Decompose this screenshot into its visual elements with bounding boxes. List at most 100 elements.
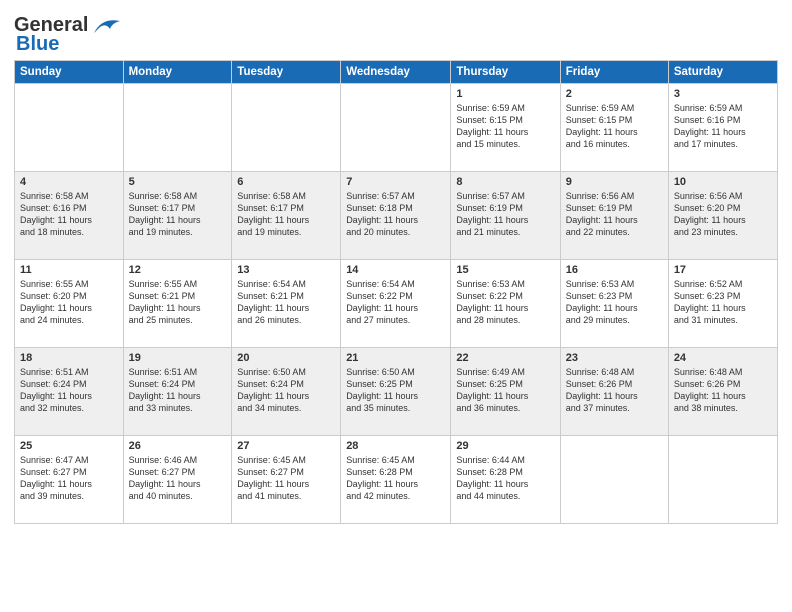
day-info: Sunrise: 6:59 AM Sunset: 6:15 PM Dayligh… bbox=[456, 102, 554, 151]
day-number: 13 bbox=[237, 264, 335, 276]
day-info: Sunrise: 6:59 AM Sunset: 6:15 PM Dayligh… bbox=[566, 102, 663, 151]
calendar-cell: 11Sunrise: 6:55 AM Sunset: 6:20 PM Dayli… bbox=[15, 260, 124, 348]
week-row-5: 25Sunrise: 6:47 AM Sunset: 6:27 PM Dayli… bbox=[15, 436, 778, 524]
calendar-cell: 18 Sunrise: 6:51 AM Sunset: 6:24 PM Dayli… bbox=[15, 348, 124, 436]
day-number: 14 bbox=[346, 264, 445, 276]
calendar-cell: 19 Sunrise: 6:51 AM Sunset: 6:24 PM Dayli… bbox=[123, 348, 232, 436]
week-row-1: 1 Sunrise: 6:59 AM Sunset: 6:15 PM Daylig… bbox=[15, 84, 778, 172]
day-number: 3 bbox=[674, 88, 772, 100]
day-info: Sunrise: 6:51 AM Sunset: 6:24 PM Dayligh… bbox=[129, 366, 227, 415]
day-number: 25 bbox=[20, 440, 118, 452]
day-number: 5 bbox=[129, 176, 227, 188]
day-info: Sunrise: 6:54 AM Sunset: 6:22 PM Dayligh… bbox=[346, 278, 445, 327]
day-number: 1 bbox=[456, 88, 554, 100]
calendar-cell: 23 Sunrise: 6:48 AM Sunset: 6:26 PM Dayli… bbox=[560, 348, 668, 436]
day-info: Sunrise: 6:50 AM Sunset: 6:25 PM Dayligh… bbox=[346, 366, 445, 415]
day-info: Sunrise: 6:50 AM Sunset: 6:24 PM Dayligh… bbox=[237, 366, 335, 415]
calendar-cell: 5 Sunrise: 6:58 AM Sunset: 6:17 PM Daylig… bbox=[123, 172, 232, 260]
page-container: General Blue Sunday Monday Tuesday Wedne… bbox=[0, 0, 792, 530]
day-number: 6 bbox=[237, 176, 335, 188]
calendar-cell bbox=[232, 84, 341, 172]
header-friday: Friday bbox=[560, 61, 668, 84]
day-info: Sunrise: 6:52 AM Sunset: 6:23 PM Dayligh… bbox=[674, 278, 772, 327]
day-number: 2 bbox=[566, 88, 663, 100]
day-number: 17 bbox=[674, 264, 772, 276]
day-info: Sunrise: 6:56 AM Sunset: 6:20 PM Dayligh… bbox=[674, 190, 772, 239]
calendar-cell: 3Sunrise: 6:59 AM Sunset: 6:16 PM Daylig… bbox=[668, 84, 777, 172]
calendar-cell: 4 Sunrise: 6:58 AM Sunset: 6:16 PM Daylig… bbox=[15, 172, 124, 260]
day-info: Sunrise: 6:45 AM Sunset: 6:28 PM Dayligh… bbox=[346, 454, 445, 503]
calendar-cell: 20Sunrise: 6:50 AM Sunset: 6:24 PM Dayli… bbox=[232, 348, 341, 436]
calendar-cell: 8 Sunrise: 6:57 AM Sunset: 6:19 PM Daylig… bbox=[451, 172, 560, 260]
day-info: Sunrise: 6:57 AM Sunset: 6:18 PM Dayligh… bbox=[346, 190, 445, 239]
day-info: Sunrise: 6:48 AM Sunset: 6:26 PM Dayligh… bbox=[674, 366, 772, 415]
header-sunday: Sunday bbox=[15, 61, 124, 84]
day-info: Sunrise: 6:48 AM Sunset: 6:26 PM Dayligh… bbox=[566, 366, 663, 415]
day-number: 10 bbox=[674, 176, 772, 188]
calendar-cell: 14 Sunrise: 6:54 AM Sunset: 6:22 PM Dayli… bbox=[341, 260, 451, 348]
calendar-cell: 10 Sunrise: 6:56 AM Sunset: 6:20 PM Dayli… bbox=[668, 172, 777, 260]
day-info: Sunrise: 6:57 AM Sunset: 6:19 PM Dayligh… bbox=[456, 190, 554, 239]
day-info: Sunrise: 6:46 AM Sunset: 6:27 PM Dayligh… bbox=[129, 454, 227, 503]
header-thursday: Thursday bbox=[451, 61, 560, 84]
day-number: 9 bbox=[566, 176, 663, 188]
day-number: 24 bbox=[674, 352, 772, 364]
day-info: Sunrise: 6:58 AM Sunset: 6:17 PM Dayligh… bbox=[129, 190, 227, 239]
calendar-cell: 16 Sunrise: 6:53 AM Sunset: 6:23 PM Dayli… bbox=[560, 260, 668, 348]
day-number: 18 bbox=[20, 352, 118, 364]
day-info: Sunrise: 6:55 AM Sunset: 6:20 PM Dayligh… bbox=[20, 278, 118, 327]
logo-text-blue: Blue bbox=[14, 33, 59, 56]
day-info: Sunrise: 6:45 AM Sunset: 6:27 PM Dayligh… bbox=[237, 454, 335, 503]
day-number: 23 bbox=[566, 352, 663, 364]
day-info: Sunrise: 6:49 AM Sunset: 6:25 PM Dayligh… bbox=[456, 366, 554, 415]
day-number: 19 bbox=[129, 352, 227, 364]
calendar-cell: 25Sunrise: 6:47 AM Sunset: 6:27 PM Dayli… bbox=[15, 436, 124, 524]
day-number: 7 bbox=[346, 176, 445, 188]
calendar-cell: 1 Sunrise: 6:59 AM Sunset: 6:15 PM Daylig… bbox=[451, 84, 560, 172]
calendar-cell: 12Sunrise: 6:55 AM Sunset: 6:21 PM Dayli… bbox=[123, 260, 232, 348]
calendar-cell: 26 Sunrise: 6:46 AM Sunset: 6:27 PM Dayli… bbox=[123, 436, 232, 524]
calendar-cell bbox=[123, 84, 232, 172]
calendar-cell: 28 Sunrise: 6:45 AM Sunset: 6:28 PM Dayli… bbox=[341, 436, 451, 524]
logo: General Blue bbox=[14, 10, 122, 56]
week-row-3: 11Sunrise: 6:55 AM Sunset: 6:20 PM Dayli… bbox=[15, 260, 778, 348]
day-number: 8 bbox=[456, 176, 554, 188]
calendar-cell: 17 Sunrise: 6:52 AM Sunset: 6:23 PM Dayli… bbox=[668, 260, 777, 348]
header-tuesday: Tuesday bbox=[232, 61, 341, 84]
day-info: Sunrise: 6:55 AM Sunset: 6:21 PM Dayligh… bbox=[129, 278, 227, 327]
day-number: 29 bbox=[456, 440, 554, 452]
day-number: 4 bbox=[20, 176, 118, 188]
calendar-cell: 29 Sunrise: 6:44 AM Sunset: 6:28 PM Dayli… bbox=[451, 436, 560, 524]
calendar-cell: 6 Sunrise: 6:58 AM Sunset: 6:17 PM Daylig… bbox=[232, 172, 341, 260]
day-number: 15 bbox=[456, 264, 554, 276]
header: General Blue bbox=[14, 10, 778, 56]
calendar-cell: 24 Sunrise: 6:48 AM Sunset: 6:26 PM Dayli… bbox=[668, 348, 777, 436]
calendar-cell bbox=[15, 84, 124, 172]
header-monday: Monday bbox=[123, 61, 232, 84]
day-info: Sunrise: 6:51 AM Sunset: 6:24 PM Dayligh… bbox=[20, 366, 118, 415]
day-info: Sunrise: 6:58 AM Sunset: 6:17 PM Dayligh… bbox=[237, 190, 335, 239]
calendar-cell: 7 Sunrise: 6:57 AM Sunset: 6:18 PM Daylig… bbox=[341, 172, 451, 260]
calendar-cell: 2 Sunrise: 6:59 AM Sunset: 6:15 PM Daylig… bbox=[560, 84, 668, 172]
calendar-cell: 9Sunrise: 6:56 AM Sunset: 6:19 PM Daylig… bbox=[560, 172, 668, 260]
calendar-cell bbox=[668, 436, 777, 524]
day-number: 28 bbox=[346, 440, 445, 452]
day-number: 21 bbox=[346, 352, 445, 364]
weekday-header-row: Sunday Monday Tuesday Wednesday Thursday… bbox=[15, 61, 778, 84]
day-number: 22 bbox=[456, 352, 554, 364]
calendar-cell bbox=[341, 84, 451, 172]
calendar-cell: 22 Sunrise: 6:49 AM Sunset: 6:25 PM Dayli… bbox=[451, 348, 560, 436]
day-number: 16 bbox=[566, 264, 663, 276]
header-wednesday: Wednesday bbox=[341, 61, 451, 84]
day-info: Sunrise: 6:44 AM Sunset: 6:28 PM Dayligh… bbox=[456, 454, 554, 503]
calendar-cell bbox=[560, 436, 668, 524]
day-info: Sunrise: 6:53 AM Sunset: 6:23 PM Dayligh… bbox=[566, 278, 663, 327]
calendar-table: Sunday Monday Tuesday Wednesday Thursday… bbox=[14, 60, 778, 524]
week-row-4: 18 Sunrise: 6:51 AM Sunset: 6:24 PM Dayli… bbox=[15, 348, 778, 436]
header-saturday: Saturday bbox=[668, 61, 777, 84]
calendar-cell: 27Sunrise: 6:45 AM Sunset: 6:27 PM Dayli… bbox=[232, 436, 341, 524]
day-number: 26 bbox=[129, 440, 227, 452]
week-row-2: 4 Sunrise: 6:58 AM Sunset: 6:16 PM Daylig… bbox=[15, 172, 778, 260]
calendar-cell: 13Sunrise: 6:54 AM Sunset: 6:21 PM Dayli… bbox=[232, 260, 341, 348]
day-info: Sunrise: 6:58 AM Sunset: 6:16 PM Dayligh… bbox=[20, 190, 118, 239]
